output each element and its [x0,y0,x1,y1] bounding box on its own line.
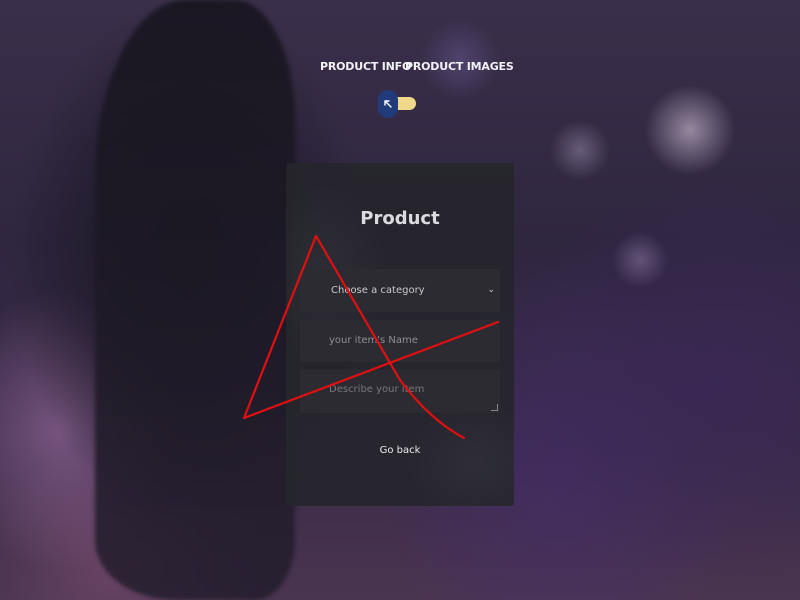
chevron-down-icon: ⌄ [487,285,495,295]
nav-product-images[interactable]: PRODUCT IMAGES [405,60,514,73]
item-description-textarea[interactable]: Describe your item [300,370,500,413]
toggle-knob [378,90,398,118]
go-back-button[interactable]: Go back [286,445,514,456]
item-name-placeholder: your item's Name [329,335,418,346]
item-description-placeholder: Describe your item [329,384,425,395]
theme-toggle[interactable] [378,90,418,118]
top-nav: PRODUCT INFO PRODUCT IMAGES [0,60,800,74]
item-name-input[interactable]: your item's Name [300,320,500,362]
form-title: Product [360,208,440,229]
character-silhouette [95,0,295,600]
category-select-value: Choose a category [331,285,425,296]
product-form-card: Product Choose a category ⌄ your item's … [286,163,514,506]
nav-product-info[interactable]: PRODUCT INFO [320,60,411,73]
resize-handle[interactable] [491,404,498,411]
arrow-up-left-icon [384,100,392,108]
category-select[interactable]: Choose a category ⌄ [300,269,500,312]
